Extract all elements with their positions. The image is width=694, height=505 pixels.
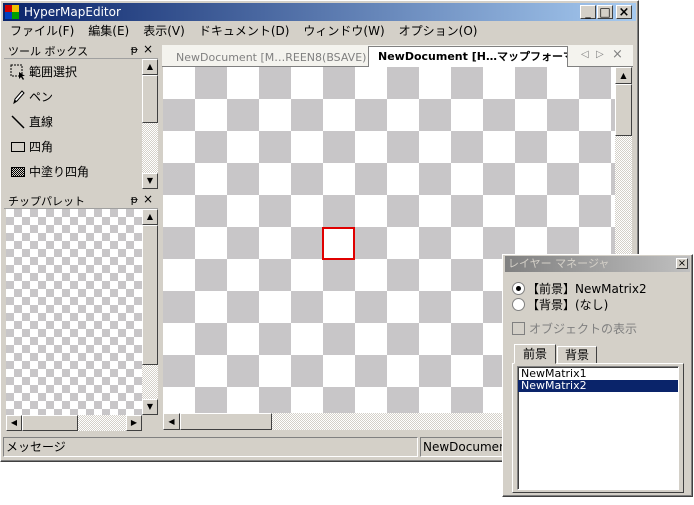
chip-palette-scroll-right[interactable]: ▶ [126,415,142,431]
chip-palette-scroll-left[interactable]: ◀ [6,415,22,431]
layer-list[interactable]: NewMatrix1 NewMatrix2 [517,366,679,490]
pin-icon[interactable]: ᵽ [131,43,138,56]
chip-palette-scroll-up[interactable]: ▲ [142,209,158,225]
radio-foreground[interactable]: 【前景】NewMatrix2 [512,280,647,297]
tab-background[interactable]: 背景 [557,346,597,364]
tab-document-1[interactable]: NewDocument [M…REEN8(BSAVE)] [170,48,367,67]
tool-line[interactable]: 直線 [4,109,142,134]
menu-file[interactable]: ファイル(F) [3,22,81,40]
chip-palette-scroll-down[interactable]: ▼ [142,399,158,415]
toolbox-scroll-down[interactable]: ▼ [142,173,158,189]
map-hscroll-thumb[interactable] [180,413,272,430]
radio-checked-icon [512,282,525,295]
status-document: NewDocument [420,437,510,457]
menu-window[interactable]: ウィンドウ(W) [296,22,391,40]
minimize-button[interactable]: _ [580,5,596,19]
rectangle-icon [10,139,26,155]
toolbox-header: ツール ボックス ᵽ × [4,42,158,59]
window-title: HyperMapEditor [24,5,121,19]
app-icon [5,5,19,19]
radio-background[interactable]: 【背景】(なし) [512,296,608,313]
filled-rectangle-icon [10,164,26,180]
chip-palette-title: チップパレット [8,194,85,208]
tool-pen-label: ペン [29,90,54,104]
menu-view[interactable]: 表示(V) [136,22,192,40]
chip-palette-hscroll-thumb[interactable] [22,415,78,431]
tool-select-label: 範囲選択 [29,65,78,79]
menu-document[interactable]: ドキュメント(D) [192,22,297,40]
checkbox-icon [512,322,525,335]
chip-palette-canvas[interactable] [6,209,142,415]
toolbox-title: ツール ボックス [8,44,89,58]
status-message: メッセージ [3,437,418,457]
tool-rectangle-label: 四角 [29,140,54,154]
tab-scroll-right-icon[interactable]: ▷ [596,49,604,60]
menu-edit[interactable]: 編集(E) [81,22,136,40]
tool-filled-rectangle-label: 中塗り四角 [29,165,90,179]
map-scroll-up[interactable]: ▲ [615,67,632,84]
menu-options[interactable]: オプション(O) [392,22,485,40]
show-objects-label: オブジェクトの表示 [529,322,638,336]
tool-pen[interactable]: ペン [4,84,142,109]
tab-scroll-left-icon[interactable]: ◁ [581,49,589,60]
tab-close-icon[interactable]: × [612,47,623,62]
radio-background-label: 【背景】(なし) [527,298,609,312]
line-icon [10,114,26,130]
chip-palette-close-icon[interactable]: × [143,192,153,206]
select-icon [10,64,26,80]
chip-palette-panel: チップパレット ᵽ × ▲ ▼ ◀ ▶ [4,192,158,434]
show-objects-checkbox[interactable]: オブジェクトの表示 [512,320,637,337]
toolbox-scroll-thumb[interactable] [142,75,158,123]
radio-unchecked-icon [512,298,525,311]
close-button[interactable]: × [616,5,632,19]
map-scroll-left[interactable]: ◀ [163,413,180,430]
map-vscroll-thumb[interactable] [615,84,632,136]
pin-icon[interactable]: ᵽ [131,193,138,206]
tool-rectangle[interactable]: 四角 [4,134,142,159]
toolbox-close-icon[interactable]: × [143,42,153,56]
chip-palette-header: チップパレット ᵽ × [4,192,158,209]
toolbox-scroll-up[interactable]: ▲ [142,59,158,75]
tool-select[interactable]: 範囲選択 [4,59,142,84]
cursor-selection-box [322,227,355,260]
radio-foreground-label: 【前景】NewMatrix2 [527,282,647,296]
layer-manager-close-button[interactable]: × [676,258,688,269]
tab-document-2[interactable]: NewDocument [H…マップフォーマット] [368,46,568,68]
pen-icon [10,89,26,105]
layer-manager-title: レイヤー マネージャ [508,257,610,270]
tool-filled-rectangle[interactable]: 中塗り四角 [4,159,142,184]
maximize-button[interactable]: □ [597,5,613,19]
layer-list-item-selected[interactable]: NewMatrix2 [518,380,678,392]
toolbox-panel: ツール ボックス ᵽ × 範囲選択 ペン 直線 四角 中塗り四角 ▲ ▼ [4,42,158,191]
tool-line-label: 直線 [29,115,54,129]
menu-bar: ファイル(F) 編集(E) 表示(V) ドキュメント(D) ウィンドウ(W) オ… [3,22,636,41]
tab-foreground[interactable]: 前景 [514,344,556,364]
chip-palette-vscroll-thumb[interactable] [142,225,158,365]
